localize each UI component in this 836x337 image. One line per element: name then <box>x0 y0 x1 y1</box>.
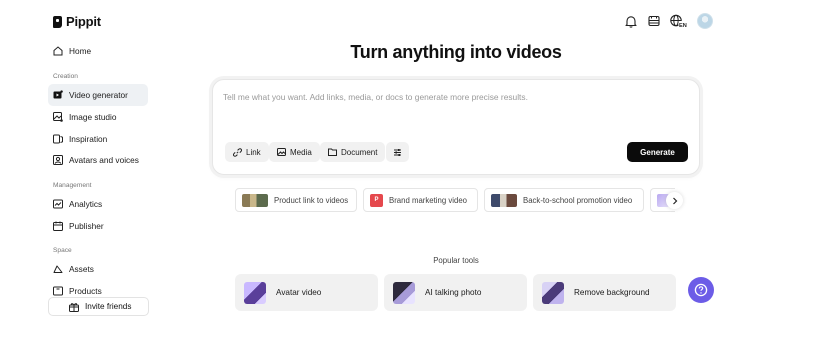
language-code: EN <box>679 23 687 28</box>
home-icon <box>53 46 63 56</box>
sidebar-item-assets[interactable]: Assets <box>48 258 148 280</box>
suggestion-label: Product link to videos <box>274 195 349 205</box>
sidebar-item-publisher[interactable]: Publisher <box>48 215 148 237</box>
tool-card[interactable]: Avatar video <box>235 274 378 311</box>
sidebar-item-label: Products <box>69 286 102 296</box>
tool-card[interactable]: Remove background <box>533 274 676 311</box>
video-generator-icon <box>53 90 63 99</box>
suggestion-label: Back-to-school promotion video <box>523 195 633 205</box>
sidebar-item-label: Publisher <box>69 221 104 231</box>
inbox-button[interactable] <box>647 14 661 28</box>
sidebar-item-avatars-and-voices[interactable]: Avatars and voices <box>48 149 148 171</box>
suggestion-item[interactable]: P Brand marketing video <box>363 188 478 212</box>
tool-card[interactable]: AI talking photo <box>384 274 527 311</box>
sidebar-item-label: Avatars and voices <box>69 155 139 165</box>
section-space: Space <box>53 247 72 254</box>
inspiration-icon <box>53 134 63 144</box>
inbox-icon <box>648 15 660 27</box>
sidebar-item-home[interactable]: Home <box>48 40 148 62</box>
bell-icon <box>625 15 637 28</box>
tool-label: Avatar video <box>276 288 322 297</box>
section-creation: Creation <box>53 73 78 80</box>
invite-friends-label: Invite friends <box>85 302 132 311</box>
generate-button[interactable]: Generate <box>627 142 688 162</box>
media-chip[interactable]: Media <box>269 142 320 162</box>
app-name: Pippit <box>66 14 101 29</box>
settings-chip[interactable] <box>386 142 409 162</box>
help-icon <box>694 283 708 297</box>
sidebar-item-label: Assets <box>69 264 94 274</box>
calendar-icon <box>53 221 63 231</box>
sidebar-item-label: Inspiration <box>69 134 108 144</box>
section-management: Management <box>53 182 92 189</box>
language-icon: EN <box>670 14 688 28</box>
help-button[interactable] <box>688 277 714 303</box>
app-logo[interactable]: Pippit <box>53 14 101 29</box>
link-chip-label: Link <box>246 147 261 157</box>
sidebar-item-video-generator[interactable]: Video generator <box>48 84 148 106</box>
suggestions-next-button[interactable] <box>666 192 683 209</box>
talking-photo-thumbnail <box>393 281 415 304</box>
suggestion-item[interactable]: Back-to-school promotion video <box>484 188 644 212</box>
link-chip[interactable]: Link <box>225 142 269 162</box>
folder-icon <box>328 148 337 156</box>
document-chip[interactable]: Document <box>320 142 386 162</box>
suggestion-thumbnail <box>491 193 517 207</box>
suggestion-label: Brand marketing video <box>389 195 468 205</box>
sidebar-item-label: Video generator <box>69 90 128 100</box>
prompt-input[interactable] <box>223 92 683 102</box>
analytics-icon <box>53 199 63 209</box>
pippit-logo-icon <box>53 15 62 28</box>
page-title: Turn anything into videos <box>350 42 562 62</box>
sliders-icon <box>394 148 401 156</box>
media-chip-label: Media <box>290 147 312 157</box>
popular-tools-heading: Popular tools <box>433 256 479 265</box>
cloud-icon <box>53 265 63 273</box>
tool-label: AI talking photo <box>425 288 482 297</box>
sidebar-item-image-studio[interactable]: Image studio <box>48 106 148 128</box>
brand-tag-icon: P <box>370 193 383 207</box>
sidebar-item-label: Image studio <box>69 112 117 122</box>
notification-button[interactable] <box>624 14 638 28</box>
sidebar-item-label: Home <box>69 46 92 56</box>
chevron-right-icon <box>672 197 677 204</box>
invite-friends-button[interactable]: Invite friends <box>48 297 149 316</box>
suggestion-thumbnail <box>242 193 268 207</box>
image-icon <box>277 148 286 156</box>
tool-label: Remove background <box>574 288 650 297</box>
sidebar-item-label: Analytics <box>69 199 103 209</box>
user-avatar[interactable] <box>697 13 713 29</box>
avatar-voice-icon <box>53 155 63 165</box>
header-actions: EN <box>624 13 713 29</box>
avatar-video-thumbnail <box>244 281 266 304</box>
suggestion-item[interactable]: Product link to videos <box>235 188 357 212</box>
gift-icon <box>69 302 79 312</box>
prompt-card: Link Media Document Generate <box>212 79 700 175</box>
sidebar-item-inspiration[interactable]: Inspiration <box>48 128 148 150</box>
language-button[interactable]: EN <box>670 14 688 28</box>
document-chip-label: Document <box>341 147 378 157</box>
app-root: Pippit Home Creation Video generator Ima… <box>0 0 836 337</box>
link-icon <box>233 147 242 157</box>
sidebar-item-analytics[interactable]: Analytics <box>48 193 148 215</box>
image-studio-icon <box>53 112 63 122</box>
box-icon <box>53 286 63 296</box>
remove-background-thumbnail <box>542 281 564 304</box>
